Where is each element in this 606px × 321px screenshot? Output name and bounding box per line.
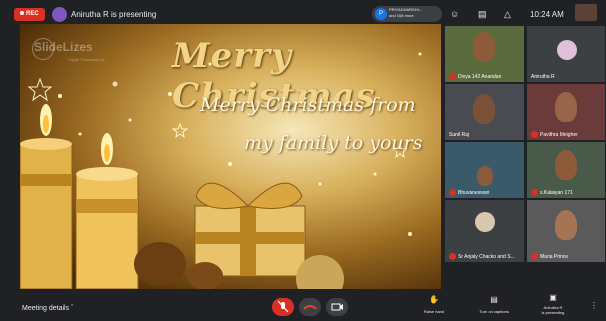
hang-up-icon	[303, 305, 317, 310]
bottom-bar: Meeting details ˆ ✋ Raise hand ▤ Turn on…	[0, 289, 606, 318]
participant-tile[interactable]: Anirutha R	[527, 26, 605, 82]
self-view-thumbnail[interactable]	[575, 4, 597, 21]
slide-logo-subtext: Digital Presentations	[68, 57, 105, 62]
pinned-more: and 168 more	[389, 13, 414, 18]
mic-off-icon	[531, 189, 538, 196]
mic-off-icon	[449, 73, 456, 80]
pinned-participant-chip[interactable]: P PRIYADHARSHI... and 168 more	[372, 6, 442, 22]
participant-tile[interactable]: Sr Anjaly Chacko and S...	[445, 200, 524, 262]
presenting-label: Anirutha Ris presenting	[541, 305, 565, 315]
more-options-icon[interactable]: ⋮	[590, 301, 598, 310]
participant-tile[interactable]: Maria Prince	[527, 200, 605, 262]
mic-off-icon	[449, 189, 456, 196]
participant-tile[interactable]: Sunil Raj	[445, 84, 524, 140]
participant-name: s.Kalaiyan 171	[540, 189, 573, 196]
participant-avatar	[557, 40, 577, 60]
candle-left	[20, 104, 73, 289]
camera-toggle-button[interactable]	[326, 298, 348, 316]
raise-hand-icon[interactable]: ✋	[428, 295, 440, 304]
participant-video	[473, 94, 495, 124]
top-bar: REC Anirutha R is presenting P PRIYADHAR…	[0, 0, 606, 24]
participant-name: Anirutha R	[531, 74, 555, 80]
people-icon[interactable]: ☺	[450, 9, 459, 19]
participant-name: Divya 142 Anandan	[458, 73, 502, 80]
participant-video	[555, 92, 577, 122]
slide-message-line1: Merry Christmas from	[200, 94, 416, 116]
presentation-slide: SlideLizes Digital Presentations Merry C…	[20, 24, 441, 289]
clock: 10:24 AM	[530, 10, 564, 19]
slide-logo-text: SlideLizes	[34, 40, 93, 54]
captions-label: Turn on captions	[479, 309, 509, 314]
recording-badge: REC	[14, 8, 45, 21]
participant-name: Sr Anjaly Chacko and S...	[458, 253, 515, 260]
slide-message-line2: my family to yours	[244, 132, 423, 154]
participant-tile[interactable]: Divya 142 Anandan	[445, 26, 524, 82]
presenter-avatar	[52, 7, 67, 22]
present-screen-icon[interactable]: ▣	[547, 293, 559, 302]
participant-name: Sunil Raj	[449, 132, 470, 138]
captions-icon[interactable]: ▤	[488, 295, 500, 304]
participant-video	[555, 150, 577, 180]
chat-icon[interactable]: ▤	[478, 9, 487, 20]
pinned-avatar: P	[375, 8, 387, 20]
record-dot-icon	[20, 11, 24, 16]
leave-call-button[interactable]	[299, 298, 321, 316]
presenter-status: Anirutha R is presenting	[71, 10, 157, 19]
participant-video	[555, 210, 577, 240]
chevron-up-icon: ˆ	[71, 305, 74, 312]
camera-icon	[331, 303, 343, 311]
participant-video	[477, 166, 493, 186]
rec-label: REC	[26, 11, 39, 17]
participant-name: Maria Prince	[540, 253, 569, 260]
meeting-details-button[interactable]: Meeting details ˆ	[22, 305, 73, 312]
participant-tile[interactable]: Pavithra Meigher	[527, 84, 605, 140]
participant-name: Pavithra Meigher	[540, 131, 578, 138]
activities-icon[interactable]: △	[504, 9, 511, 20]
participant-grid: Divya 142 Anandan Anirutha R Sunil Raj P…	[441, 24, 606, 289]
participant-name: Bhuvaneswari	[458, 189, 490, 196]
participant-tile[interactable]: s.Kalaiyan 171	[527, 142, 605, 198]
mic-toggle-button[interactable]	[272, 298, 294, 316]
participant-avatar	[475, 212, 495, 232]
mic-off-icon	[449, 253, 456, 260]
gift-box	[194, 182, 306, 277]
mic-off-icon	[531, 131, 538, 138]
candle-right	[75, 133, 139, 289]
raise-hand-label: Raise hand	[423, 309, 445, 314]
participant-tile[interactable]: Bhuvaneswari	[445, 142, 524, 198]
mic-off-icon	[531, 253, 538, 260]
participant-video	[473, 32, 495, 62]
mic-off-icon	[277, 300, 289, 313]
